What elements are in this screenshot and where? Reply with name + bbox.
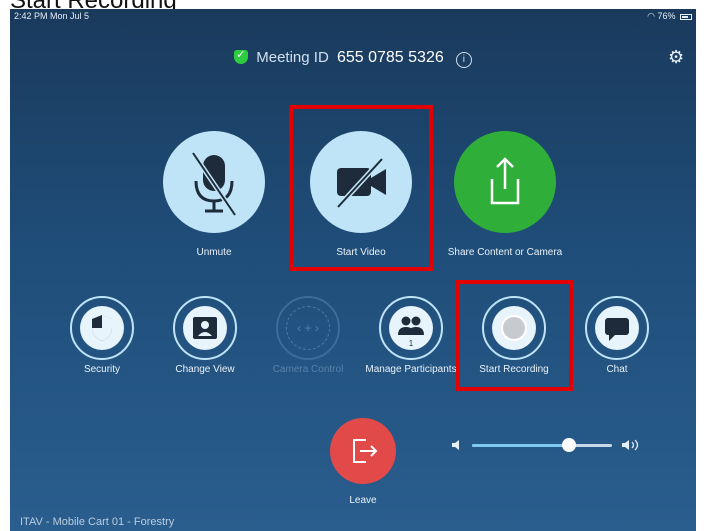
volume-high-icon bbox=[622, 439, 639, 451]
svg-text:‹ + ›: ‹ + › bbox=[297, 321, 319, 335]
battery-icon bbox=[680, 13, 692, 20]
battery-percent: 76% bbox=[657, 11, 676, 21]
gear-icon[interactable]: ⚙ bbox=[668, 48, 684, 66]
security-label: Security bbox=[83, 364, 121, 375]
share-icon bbox=[490, 157, 520, 205]
leave-button[interactable] bbox=[330, 418, 396, 484]
muted-microphone-icon bbox=[190, 151, 238, 217]
battery-indicator: ◠ 76% bbox=[647, 11, 692, 22]
leave-label: Leave bbox=[349, 495, 377, 506]
camera-control-icon: ‹ + › bbox=[297, 321, 319, 335]
meeting-id-label: Meeting ID bbox=[256, 49, 329, 66]
unmute-button[interactable] bbox=[163, 131, 265, 233]
participants-icon bbox=[398, 316, 424, 335]
chat-icon bbox=[605, 318, 629, 341]
manage-participants-button[interactable]: 1 bbox=[379, 296, 443, 360]
volume-fill bbox=[472, 444, 569, 447]
meeting-info: Meeting ID 655 0785 5326 i bbox=[10, 48, 696, 68]
manage-participants-label: Manage Participants bbox=[365, 364, 457, 375]
volume-low-icon bbox=[452, 440, 459, 450]
security-button[interactable] bbox=[70, 296, 134, 360]
participant-count-badge: 1 bbox=[408, 339, 414, 348]
info-icon[interactable]: i bbox=[455, 52, 472, 68]
camera-control-button[interactable]: ‹ + › bbox=[276, 296, 340, 360]
leave-icon bbox=[353, 439, 378, 463]
camera-control-label: Camera Control bbox=[272, 364, 344, 375]
volume-slider[interactable] bbox=[450, 435, 660, 455]
shield-icon bbox=[234, 48, 249, 64]
change-view-icon bbox=[193, 317, 217, 339]
wifi-icon: ◠ bbox=[647, 11, 655, 21]
share-content-label: Share Content or Camera bbox=[447, 247, 563, 258]
chat-label: Chat bbox=[606, 364, 628, 375]
share-content-button[interactable] bbox=[454, 131, 556, 233]
change-view-label: Change View bbox=[175, 364, 235, 375]
status-time: 2:42 PM Mon Jul 5 bbox=[14, 11, 90, 21]
status-bar: 2:42 PM Mon Jul 5 ◠ 76% bbox=[10, 9, 696, 23]
highlight-start-recording bbox=[456, 280, 573, 391]
meeting-id-value: 655 0785 5326 bbox=[336, 49, 444, 66]
unmute-label: Unmute bbox=[196, 247, 232, 258]
device-name: ITAV - Mobile Cart 01 - Forestry bbox=[20, 516, 175, 528]
volume-thumb[interactable] bbox=[561, 438, 576, 452]
highlight-start-video bbox=[289, 105, 433, 271]
change-view-button[interactable] bbox=[173, 296, 237, 360]
security-shield-icon bbox=[92, 315, 112, 341]
chat-button[interactable] bbox=[585, 296, 649, 360]
